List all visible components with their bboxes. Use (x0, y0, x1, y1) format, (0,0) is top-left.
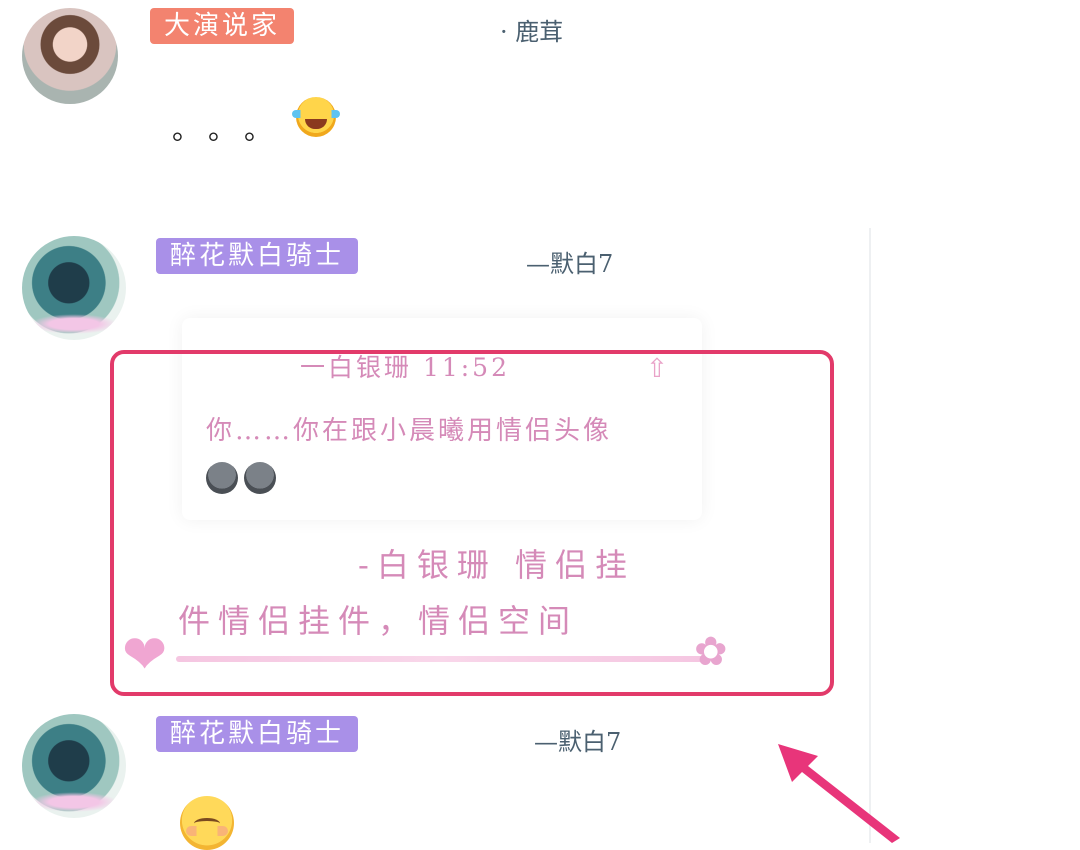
smiling-blush-emoji-icon (180, 796, 234, 850)
avatar-user-1[interactable] (22, 8, 118, 104)
username[interactable]: —默白7 (534, 722, 621, 757)
pointer-arrow-icon (778, 744, 900, 843)
laughing-tears-emoji-icon (292, 97, 340, 137)
user-title-badge: 大演说家 (150, 8, 295, 44)
avatar-user-2[interactable] (22, 236, 126, 340)
username[interactable]: —默白7 (526, 244, 613, 279)
highlight-annotation-box (110, 350, 834, 696)
user-title-badge: 醉花默白骑士 (156, 716, 359, 752)
message-text: 。。。 (172, 113, 295, 146)
username[interactable]: · 鹿茸 (500, 12, 563, 47)
avatar-user-3[interactable] (22, 714, 126, 818)
user-title-badge: 醉花默白骑士 (156, 238, 359, 274)
